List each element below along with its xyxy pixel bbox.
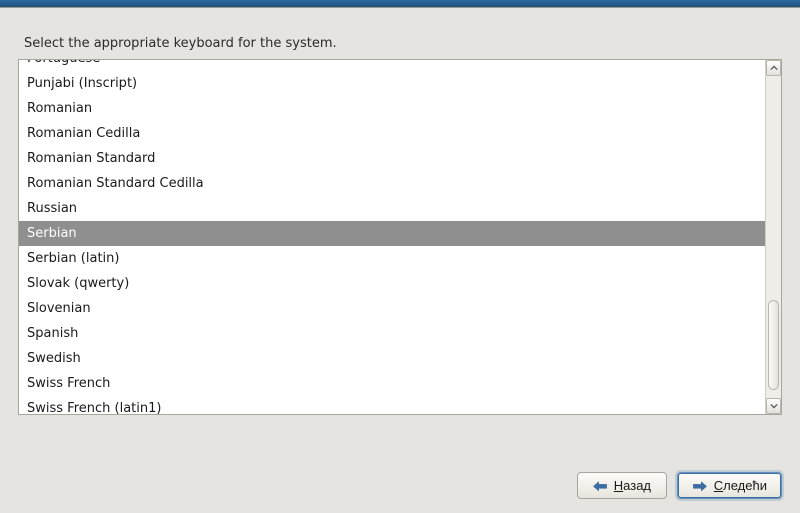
arrow-right-icon — [692, 480, 708, 492]
scrollbar[interactable] — [765, 60, 781, 414]
content-area: Select the appropriate keyboard for the … — [0, 8, 800, 513]
list-item[interactable]: Serbian (latin) — [19, 246, 765, 271]
footer-buttons: Назад Следећи — [577, 472, 782, 499]
list-item[interactable]: Swiss French (latin1) — [19, 396, 765, 414]
chevron-down-icon — [770, 402, 778, 410]
back-button[interactable]: Назад — [577, 472, 667, 499]
scrollbar-thumb[interactable] — [768, 300, 779, 390]
arrow-left-icon — [592, 480, 608, 492]
list-item[interactable]: Romanian — [19, 96, 765, 121]
scroll-down-button[interactable] — [766, 398, 781, 414]
list-item[interactable]: Romanian Standard — [19, 146, 765, 171]
list-item[interactable]: Portuguese — [19, 60, 765, 71]
scroll-up-button[interactable] — [766, 60, 781, 76]
next-button[interactable]: Следећи — [677, 472, 782, 499]
listbox-viewport: PortuguesePunjabi (Inscript)RomanianRoma… — [19, 60, 765, 414]
chevron-up-icon — [770, 64, 778, 72]
list-item[interactable]: Swedish — [19, 346, 765, 371]
next-button-label: Следећи — [714, 478, 767, 493]
list-item[interactable]: Punjabi (Inscript) — [19, 71, 765, 96]
prompt-label: Select the appropriate keyboard for the … — [24, 36, 776, 51]
list-item[interactable]: Swiss French — [19, 371, 765, 396]
list-item[interactable]: Romanian Cedilla — [19, 121, 765, 146]
list-item[interactable]: Spanish — [19, 321, 765, 346]
list-item[interactable]: Romanian Standard Cedilla — [19, 171, 765, 196]
keyboard-listbox[interactable]: PortuguesePunjabi (Inscript)RomanianRoma… — [18, 59, 782, 415]
back-button-label: Назад — [614, 478, 651, 493]
list-item[interactable]: Slovenian — [19, 296, 765, 321]
titlebar — [0, 0, 800, 8]
installer-window: Select the appropriate keyboard for the … — [0, 0, 800, 513]
list-item[interactable]: Russian — [19, 196, 765, 221]
list-item[interactable]: Serbian — [19, 221, 765, 246]
list-item[interactable]: Slovak (qwerty) — [19, 271, 765, 296]
